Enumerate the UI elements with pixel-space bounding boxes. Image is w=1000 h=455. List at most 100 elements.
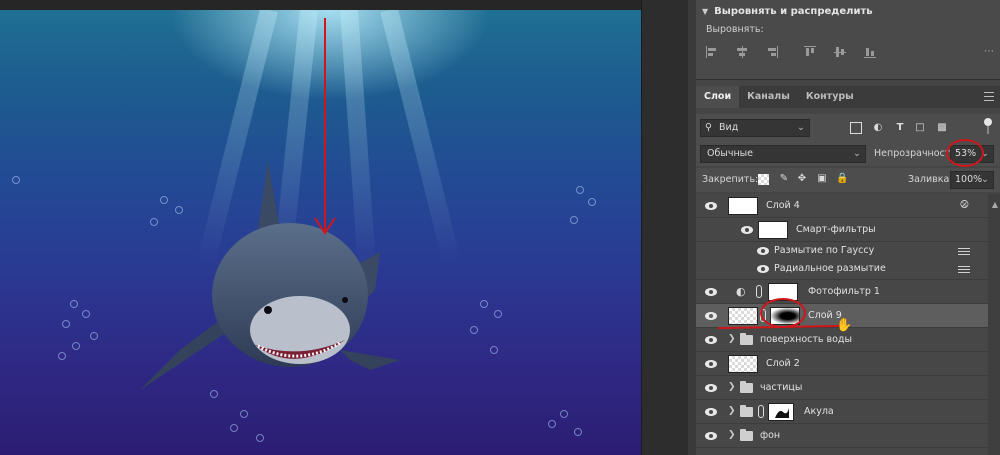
visibility-eye-icon[interactable] xyxy=(704,334,718,346)
smart-filter-row[interactable]: Радиальное размытие xyxy=(696,260,988,280)
collapse-chevron-icon[interactable]: ▼ xyxy=(702,7,708,16)
folder-icon xyxy=(740,405,753,417)
visibility-eye-icon[interactable] xyxy=(756,263,770,275)
tab-channels[interactable]: Каналы xyxy=(739,86,798,108)
bubble xyxy=(82,310,90,318)
tab-layers[interactable]: Слои xyxy=(696,86,740,108)
visibility-eye-icon[interactable] xyxy=(704,200,718,212)
link-chain-icon[interactable] xyxy=(758,405,764,418)
align-left-edges-icon[interactable] xyxy=(706,46,718,58)
visibility-eye-icon[interactable] xyxy=(704,382,718,394)
expand-group-icon[interactable]: ❯ xyxy=(728,334,736,344)
layers-list: Слой 4 ⦼ Смарт-фильтры Размытие по Гаусс… xyxy=(696,194,1000,455)
link-chain-icon[interactable] xyxy=(756,285,762,298)
opacity-highlight-ellipse xyxy=(946,139,984,167)
align-bottom-edges-icon[interactable] xyxy=(864,46,876,58)
filter-smart-objects-icon[interactable]: ▩ xyxy=(936,122,948,134)
bubble xyxy=(560,410,568,418)
align-top-edges-icon[interactable] xyxy=(804,46,816,58)
visibility-eye-icon[interactable] xyxy=(704,310,718,322)
layer-row[interactable]: Слой 2 xyxy=(696,352,988,376)
bubble xyxy=(70,300,78,308)
align-right-edges-icon[interactable] xyxy=(766,46,778,58)
filter-name: Размытие по Гауссу xyxy=(774,245,875,256)
filter-type-layers-icon[interactable]: T xyxy=(894,122,906,134)
bubble xyxy=(480,300,488,308)
right-panels: ▼ Выровнять и распределить Выровнять: ⋯ … xyxy=(696,0,1000,455)
filter-blending-options-icon[interactable] xyxy=(958,266,970,274)
lock-transparent-pixels-icon[interactable] xyxy=(758,174,769,185)
lock-fill-row: Закрепить: ✎ ✥ ▣ 🔒 Заливка: 100% ⌄ xyxy=(696,168,1000,192)
scroll-up-icon[interactable]: ▲ xyxy=(992,200,998,209)
lock-all-icon[interactable]: 🔒 xyxy=(836,173,848,185)
folder-icon xyxy=(740,381,753,393)
panel-dock-gap xyxy=(641,0,688,455)
align-panel: ▼ Выровнять и распределить Выровнять: ⋯ xyxy=(696,0,1000,80)
align-more-icon[interactable]: ⋯ xyxy=(984,46,994,57)
bubble xyxy=(570,216,578,224)
tab-paths[interactable]: Контуры xyxy=(798,86,862,108)
bubble xyxy=(588,198,596,206)
layer-row[interactable]: Слой 4 ⦼ xyxy=(696,194,988,218)
visibility-eye-icon[interactable] xyxy=(704,430,718,442)
layers-scrollbar[interactable] xyxy=(988,194,1000,455)
layers-panel-tabs: Слои Каналы Контуры xyxy=(696,86,1000,108)
smart-object-icon: ⦼ xyxy=(960,198,969,211)
annotation-arrow xyxy=(314,18,336,235)
chevron-down-icon: ⌄ xyxy=(853,148,861,159)
layer-row[interactable]: ◐ Фотофильтр 1 xyxy=(696,280,988,304)
layer-filter-select[interactable]: ⚲ Вид ⌄ xyxy=(700,119,810,137)
align-horizontal-centers-icon[interactable] xyxy=(736,46,748,58)
visibility-eye-icon[interactable] xyxy=(704,358,718,370)
smart-filter-mask-thumbnail xyxy=(758,221,788,239)
filter-pixel-layers-icon[interactable] xyxy=(850,122,862,134)
bubble xyxy=(490,346,498,354)
layer-row[interactable]: ❯ Акула xyxy=(696,400,988,424)
chevron-down-icon: ⌄ xyxy=(981,174,989,185)
search-icon: ⚲ xyxy=(705,122,712,133)
layer-thumbnail xyxy=(728,197,758,215)
filter-adjustment-layers-icon[interactable]: ◐ xyxy=(872,122,884,134)
bubble xyxy=(58,352,66,360)
bubble xyxy=(62,320,70,328)
visibility-eye-icon[interactable] xyxy=(740,224,754,236)
adjustment-layer-icon: ◐ xyxy=(736,285,746,298)
blend-mode-value: Обычные xyxy=(707,148,754,159)
document-canvas[interactable] xyxy=(0,10,641,455)
lock-artboard-icon[interactable]: ▣ xyxy=(816,173,828,185)
visibility-eye-icon[interactable] xyxy=(756,245,770,257)
align-vertical-centers-icon[interactable] xyxy=(834,46,846,58)
blend-opacity-row: Обычные ⌄ Непрозрачность: 53% ⌄ xyxy=(696,139,1000,167)
filter-name: Радиальное размытие xyxy=(774,263,886,274)
layer-row[interactable]: Смарт-фильтры xyxy=(696,218,988,242)
layer-name: Слой 2 xyxy=(766,358,800,369)
lock-label: Закрепить: xyxy=(702,174,759,185)
expand-group-icon[interactable]: ❯ xyxy=(728,430,736,440)
align-panel-header[interactable]: ▼ Выровнять и распределить xyxy=(702,3,873,19)
layer-row[interactable]: ❯ поверхность воды xyxy=(696,328,988,352)
bubble xyxy=(230,424,238,432)
fill-value: 100% xyxy=(955,174,983,185)
smart-filter-row[interactable]: Размытие по Гауссу xyxy=(696,242,988,260)
bubble xyxy=(240,410,248,418)
visibility-eye-icon[interactable] xyxy=(704,406,718,418)
canvas-area xyxy=(0,0,688,455)
layer-name: фон xyxy=(760,430,781,441)
align-panel-title: Выровнять и распределить xyxy=(714,5,873,17)
fill-input[interactable]: 100% ⌄ xyxy=(950,171,994,189)
bubble xyxy=(574,428,582,436)
expand-group-icon[interactable]: ❯ xyxy=(728,382,736,392)
filter-shape-layers-icon[interactable]: □ xyxy=(914,122,926,134)
layer-name: Слой 4 xyxy=(766,200,800,211)
visibility-eye-icon[interactable] xyxy=(704,286,718,298)
layer-row[interactable]: ❯ частицы xyxy=(696,376,988,400)
lock-image-pixels-icon[interactable]: ✎ xyxy=(778,173,790,185)
filter-toggle-icon[interactable] xyxy=(984,118,992,136)
expand-group-icon[interactable]: ❯ xyxy=(728,406,736,416)
blend-mode-select[interactable]: Обычные ⌄ xyxy=(700,145,866,163)
folder-icon xyxy=(740,429,753,441)
filter-blending-options-icon[interactable] xyxy=(958,248,970,256)
panel-menu-icon[interactable] xyxy=(984,92,994,102)
layer-row[interactable]: ❯ фон xyxy=(696,424,988,448)
lock-position-icon[interactable]: ✥ xyxy=(796,173,808,185)
